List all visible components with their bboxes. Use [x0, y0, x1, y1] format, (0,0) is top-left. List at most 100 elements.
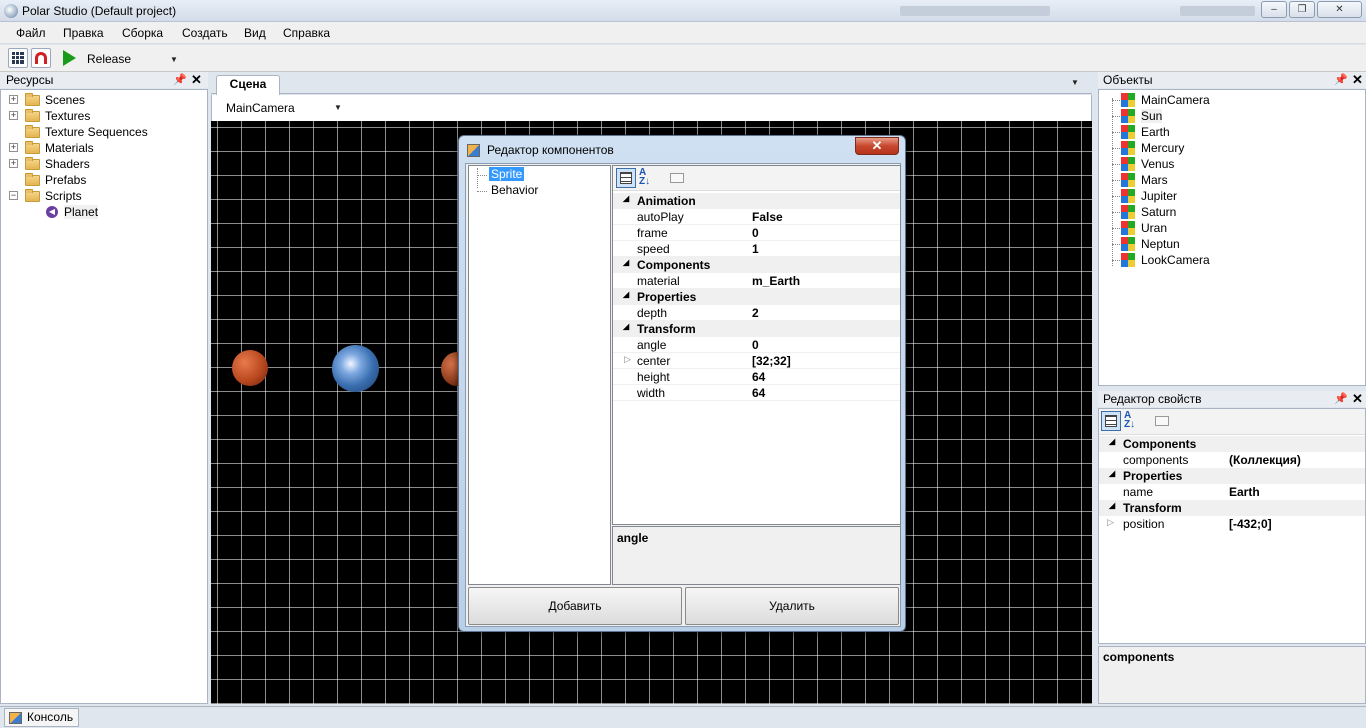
property-row[interactable]: depth 2 — [613, 305, 900, 321]
expand-icon[interactable]: + — [9, 111, 18, 120]
collapse-triangle-icon[interactable]: ◢ — [623, 258, 629, 267]
property-value[interactable]: 64 — [752, 386, 765, 400]
camera-select[interactable]: MainCamera — [226, 101, 295, 115]
close-button[interactable]: ✕ — [1317, 1, 1362, 18]
menu-create[interactable]: Создать — [182, 26, 228, 40]
expand-icon[interactable]: + — [9, 95, 18, 104]
expand-icon[interactable]: + — [9, 143, 18, 152]
add-component-button[interactable]: Добавить — [468, 587, 682, 625]
collapse-triangle-icon[interactable]: ◢ — [1109, 437, 1115, 446]
property-row[interactable]: name Earth — [1099, 484, 1365, 500]
property-value[interactable]: 2 — [752, 306, 759, 320]
minimize-button[interactable]: ‒ — [1261, 1, 1287, 18]
close-icon[interactable]: ✕ — [1352, 391, 1363, 407]
tab-console[interactable]: Консоль — [4, 708, 79, 727]
tree-item-label: Materials — [45, 141, 94, 155]
tab-scene[interactable]: Сцена — [216, 75, 280, 95]
menu-edit[interactable]: Правка — [63, 26, 104, 40]
tree-line — [1112, 180, 1120, 181]
close-icon[interactable]: ✕ — [1352, 72, 1363, 88]
menu-help[interactable]: Справка — [283, 26, 330, 40]
tree-item-label: Textures — [45, 109, 91, 123]
property-row[interactable]: autoPlay False — [613, 209, 900, 225]
collapse-triangle-icon[interactable]: ◢ — [623, 322, 629, 331]
collapse-triangle-icon[interactable]: ◢ — [1109, 469, 1115, 478]
property-value[interactable]: [-432;0] — [1229, 517, 1272, 531]
property-row[interactable]: material m_Earth — [613, 273, 900, 289]
property-category[interactable]: ◢ Properties — [1099, 468, 1365, 484]
property-value[interactable]: 64 — [752, 370, 765, 384]
object-label: MainCamera — [1141, 93, 1210, 107]
play-icon[interactable] — [63, 50, 76, 66]
property-category[interactable]: ◢ Transform — [1099, 500, 1365, 516]
property-label: depth — [637, 306, 668, 320]
menu-file[interactable]: Файл — [16, 26, 46, 40]
property-category[interactable]: ◢ Transform — [613, 321, 900, 337]
grid-toggle-button[interactable] — [8, 48, 28, 68]
property-category[interactable]: ◢ Components — [613, 257, 900, 273]
property-row[interactable]: ▷ center [32;32] — [613, 353, 900, 369]
snap-toggle-button[interactable] — [31, 48, 51, 68]
pin-icon[interactable]: 📌 — [173, 73, 187, 86]
sort-az-icon[interactable]: A Z↓ — [1124, 411, 1144, 431]
property-row[interactable]: components (Коллекция) — [1099, 452, 1365, 468]
property-row[interactable]: height 64 — [613, 369, 900, 385]
pin-icon[interactable]: 📌 — [1334, 73, 1348, 86]
collapse-triangle-icon[interactable]: ◢ — [623, 194, 629, 203]
property-value[interactable]: (Коллекция) — [1229, 453, 1301, 467]
property-category[interactable]: ◢ Properties — [613, 289, 900, 305]
property-value[interactable]: 0 — [752, 338, 759, 352]
category-label: Components — [637, 258, 711, 272]
chevron-down-icon[interactable]: ▼ — [334, 103, 342, 112]
menu-view[interactable]: Вид — [244, 26, 266, 40]
pin-icon[interactable]: 📌 — [1334, 392, 1348, 405]
component-item-sprite[interactable]: Sprite — [489, 167, 525, 181]
property-value[interactable]: False — [752, 210, 783, 224]
dialog-close-button[interactable]: ✕ — [855, 137, 899, 155]
collapse-icon[interactable]: − — [9, 191, 18, 200]
planet-earth[interactable] — [332, 345, 379, 392]
close-icon[interactable]: ✕ — [191, 72, 202, 88]
property-row[interactable]: frame 0 — [613, 225, 900, 241]
delete-component-button[interactable]: Удалить — [685, 587, 899, 625]
property-row[interactable]: width 64 — [613, 385, 900, 401]
collapse-triangle-icon[interactable]: ◢ — [623, 290, 629, 299]
categorized-view-icon[interactable] — [1101, 411, 1121, 431]
tree-line — [1112, 228, 1120, 229]
folder-icon — [25, 189, 40, 202]
property-row[interactable]: speed 1 — [613, 241, 900, 257]
component-property-grid: A Z↓ ◢ Animation autoPlay False frame 0 speed 1 ◢… — [612, 165, 901, 525]
property-category[interactable]: ◢ Animation — [613, 193, 900, 209]
dialog-body: Sprite Behavior A Z↓ ◢ Animation autoPlay Fa… — [465, 163, 901, 627]
property-pages-icon[interactable] — [667, 168, 687, 188]
sort-az-icon[interactable]: A Z↓ — [639, 168, 659, 188]
tree-line — [1112, 98, 1113, 266]
property-value[interactable]: 0 — [752, 226, 759, 240]
property-value[interactable]: 1 — [752, 242, 759, 256]
property-row[interactable]: ▷ position [-432;0] — [1099, 516, 1365, 532]
property-value[interactable]: Earth — [1229, 485, 1260, 499]
property-description: angle — [612, 526, 901, 585]
objects-list: MainCamera Sun Earth Mercury Venus Mars Jupite… — [1098, 89, 1366, 386]
property-row[interactable]: angle 0 — [613, 337, 900, 353]
property-pages-icon[interactable] — [1152, 411, 1172, 431]
chevron-down-icon[interactable]: ▼ — [1071, 78, 1079, 87]
categorized-view-icon[interactable] — [616, 168, 636, 188]
property-category[interactable]: ◢ Components — [1099, 436, 1365, 452]
property-label: angle — [637, 338, 667, 352]
menu-build[interactable]: Сборка — [122, 26, 163, 40]
expand-triangle-icon[interactable]: ▷ — [624, 354, 631, 365]
maximize-button[interactable]: ❐ — [1289, 1, 1315, 18]
property-label: name — [1123, 485, 1154, 499]
expand-triangle-icon[interactable]: ▷ — [1107, 517, 1114, 528]
collapse-triangle-icon[interactable]: ◢ — [1109, 501, 1115, 510]
game-object-icon — [1121, 173, 1135, 187]
expand-icon[interactable]: + — [9, 159, 18, 168]
build-config-select[interactable]: Release — [87, 52, 131, 66]
planet-mars[interactable] — [232, 350, 268, 386]
property-value[interactable]: [32;32] — [752, 354, 791, 368]
property-value[interactable]: m_Earth — [752, 274, 800, 288]
component-item-behavior[interactable]: Behavior — [491, 183, 538, 197]
chevron-down-icon[interactable]: ▼ — [170, 55, 178, 64]
category-label: Transform — [637, 322, 696, 336]
